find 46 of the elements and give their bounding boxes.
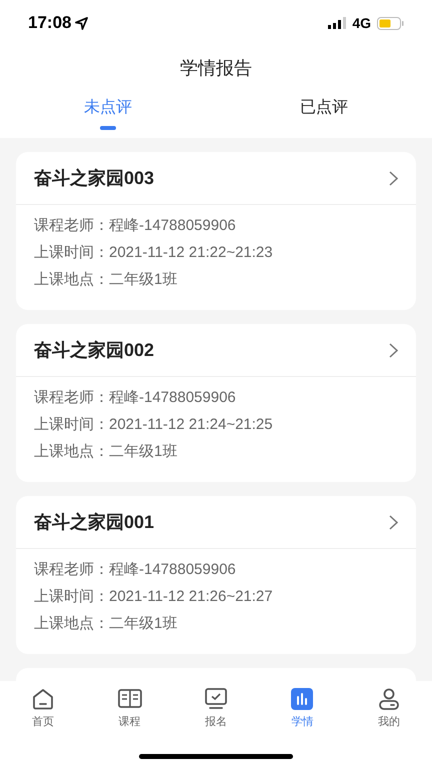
tab-indicator bbox=[100, 126, 116, 130]
report-card[interactable]: 奋斗之家园001 课程老师：程峰-14788059906 上课时间：2021-11-12 21:26~21:27 上课地点：二年级1班 bbox=[16, 496, 416, 654]
page-title: 学情报告 bbox=[180, 56, 252, 80]
field-value: 二年级1班 bbox=[109, 442, 178, 462]
field-label: 上课时间： bbox=[34, 242, 109, 263]
field-value: 程峰-14788059906 bbox=[109, 560, 236, 580]
card-title: 奋斗之家园003 bbox=[34, 166, 154, 190]
field-value: 程峰-14788059906 bbox=[109, 388, 236, 408]
nav-tab[interactable]: 课程 bbox=[86, 687, 173, 741]
network-type: 4G bbox=[352, 14, 371, 32]
chevron-right-icon bbox=[389, 170, 398, 186]
field-value: 程峰-14788059906 bbox=[109, 216, 236, 236]
home-icon bbox=[32, 688, 54, 710]
status-time: 17:08 bbox=[28, 12, 72, 34]
field-label: 上课地点： bbox=[34, 614, 109, 634]
field-label: 上课时间： bbox=[34, 414, 109, 435]
card-title: 奋斗之家园002 bbox=[34, 338, 154, 362]
field-label: 课程老师： bbox=[34, 216, 109, 236]
field-label: 课程老师： bbox=[34, 388, 109, 408]
nav-tab[interactable]: 学情 bbox=[259, 687, 346, 741]
tab[interactable]: 未点评 bbox=[84, 96, 132, 120]
nav-tab[interactable]: 报名 bbox=[172, 687, 260, 741]
signal-icon bbox=[328, 17, 346, 29]
field-value: 2021-11-12 21:22~21:23 bbox=[109, 242, 273, 263]
monitor-check-icon bbox=[205, 688, 228, 710]
nav-tab[interactable]: 首页 bbox=[0, 687, 86, 741]
tab[interactable]: 已点评 bbox=[300, 96, 348, 120]
nav-tab[interactable]: 我的 bbox=[346, 687, 432, 741]
field-label: 上课地点： bbox=[34, 270, 109, 290]
chevron-right-icon bbox=[389, 514, 398, 530]
field-label: 上课时间： bbox=[34, 586, 109, 607]
field-value: 2021-11-12 21:24~21:25 bbox=[109, 414, 273, 435]
field-label: 上课地点： bbox=[34, 442, 109, 462]
location-arrow-icon bbox=[75, 16, 88, 30]
book-icon bbox=[118, 689, 142, 709]
field-label: 课程老师： bbox=[34, 560, 109, 580]
battery-icon bbox=[377, 16, 404, 30]
bar-chart-icon bbox=[291, 688, 314, 710]
field-value: 2021-11-12 21:26~21:27 bbox=[109, 586, 273, 607]
field-value: 二年级1班 bbox=[109, 614, 178, 634]
chevron-right-icon bbox=[389, 342, 398, 358]
report-card[interactable]: 奋斗之家园002 课程老师：程峰-14788059906 上课时间：2021-11-12 21:24~21:25 上课地点：二年级1班 bbox=[16, 324, 416, 482]
report-card[interactable]: 奋斗之家园003 课程老师：程峰-14788059906 上课时间：2021-11-12 21:22~21:23 上课地点：二年级1班 bbox=[16, 152, 416, 310]
user-icon bbox=[378, 688, 399, 710]
field-value: 二年级1班 bbox=[109, 270, 178, 290]
card-title: 奋斗之家园001 bbox=[34, 510, 154, 534]
